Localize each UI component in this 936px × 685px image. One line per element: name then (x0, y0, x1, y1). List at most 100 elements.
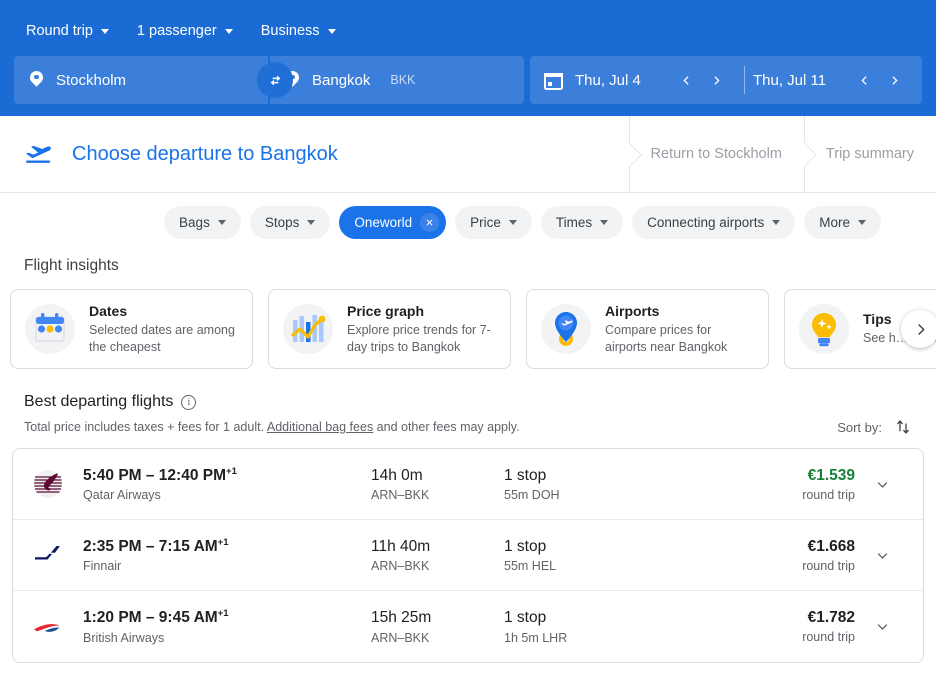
flight-results-list: 5:40 PM – 12:40 PM+1 Qatar Airways 14h 0… (12, 448, 924, 663)
depart-next-day-button[interactable] (702, 66, 730, 94)
expand-cell (855, 468, 909, 500)
chevron-down-icon (225, 29, 233, 34)
search-fields-row: Stockholm Bangkok BKK Thu, Jul 4 (14, 56, 922, 104)
swap-button[interactable] (257, 62, 293, 98)
flight-stops: 1 stop 55m DOH (504, 466, 745, 502)
cabin-class-selector[interactable]: Business (249, 16, 348, 46)
filter-chip-price[interactable]: Price (455, 206, 532, 239)
insight-card-price-graph[interactable]: Price graph Explore price trends for 7-d… (268, 289, 511, 369)
passengers-label: 1 passenger (137, 23, 217, 39)
departure-arrival-times: 5:40 PM – 12:40 PM+1 (83, 466, 371, 486)
card-desc: Selected dates are among the cheapest (89, 322, 238, 355)
clear-filter-icon[interactable] (420, 213, 439, 232)
passengers-selector[interactable]: 1 passenger (125, 16, 245, 46)
expand-flight-button[interactable] (866, 611, 898, 643)
filter-chip-oneworld[interactable]: Oneworld (339, 206, 446, 239)
chevron-left-icon (858, 74, 871, 87)
return-next-day-button[interactable] (880, 66, 908, 94)
times-value: 2:35 PM – 7:15 AM (83, 538, 218, 555)
info-icon[interactable]: i (181, 395, 196, 410)
filter-chips-row: Bags Stops Oneworld Price Times Connecti… (0, 193, 936, 251)
best-departing-flights-section: Best departing flights i Total price inc… (0, 369, 936, 663)
insight-card-dates[interactable]: Dates Selected dates are among the cheap… (10, 289, 253, 369)
origin-input[interactable]: Stockholm (14, 56, 268, 104)
chevron-down-icon (875, 477, 890, 492)
layover-value: 55m DOH (504, 488, 745, 502)
page-title: Best departing flights (24, 393, 173, 411)
chevron-down-icon (218, 220, 226, 225)
flight-times: 1:20 PM – 9:45 AM+1 British Airways (83, 608, 371, 645)
filter-label: More (819, 215, 850, 230)
trip-type-selector[interactable]: Round trip (14, 16, 121, 46)
depart-prev-day-button[interactable] (672, 66, 700, 94)
filter-chip-times[interactable]: Times (541, 206, 623, 239)
search-header: Round trip 1 passenger Business Stockhol… (0, 0, 936, 116)
return-date-field[interactable]: Thu, Jul 11 (753, 72, 850, 89)
flight-times: 2:35 PM – 7:15 AM+1 Finnair (83, 537, 371, 574)
destination-value: Bangkok (312, 72, 370, 89)
destination-code: BKK (390, 73, 415, 87)
bar-chart-icon (283, 304, 333, 354)
disclaimer-prefix: Total price includes taxes + fees for 1 … (24, 420, 267, 434)
depart-date-value: Thu, Jul 4 (575, 72, 641, 89)
trip-options-row: Round trip 1 passenger Business (14, 10, 922, 52)
sort-arrows-icon[interactable] (894, 418, 912, 436)
card-title: Price graph (347, 303, 496, 319)
chevron-down-icon (772, 220, 780, 225)
return-prev-day-button[interactable] (850, 66, 878, 94)
card-desc: Compare prices for airports near Bangkok (605, 322, 754, 355)
destination-input[interactable]: Bangkok BKK (270, 56, 524, 104)
progress-step-summary[interactable]: Trip summary (804, 116, 936, 192)
expand-flight-button[interactable] (866, 468, 898, 500)
chevron-down-icon (875, 548, 890, 563)
day-offset: +1 (226, 466, 237, 477)
sub-row: Total price includes taxes + fees for 1 … (24, 418, 912, 436)
progress-step-return[interactable]: Return to Stockholm (629, 116, 804, 192)
chevron-right-icon (913, 322, 928, 337)
progress-current-label: Choose departure to Bangkok (72, 143, 338, 166)
filter-chip-stops[interactable]: Stops (250, 206, 331, 239)
filter-chip-bags[interactable]: Bags (164, 206, 241, 239)
flight-price: €1.539 round trip (745, 467, 855, 502)
route-value: ARN–BKK (371, 631, 504, 645)
chevron-down-icon (509, 220, 517, 225)
table-row[interactable]: 2:35 PM – 7:15 AM+1 Finnair 11h 40m ARN–… (13, 520, 923, 591)
trip-type-label: Round trip (26, 23, 93, 39)
flight-duration: 11h 40m ARN–BKK (371, 537, 504, 573)
close-icon (425, 218, 434, 227)
flight-price: €1.782 round trip (745, 609, 855, 644)
airplane-takeoff-icon (24, 141, 54, 167)
origin-value: Stockholm (56, 72, 126, 89)
table-row[interactable]: 5:40 PM – 12:40 PM+1 Qatar Airways 14h 0… (13, 449, 923, 520)
price-value: €1.668 (745, 538, 855, 556)
card-title: Airports (605, 303, 754, 319)
carousel-next-button[interactable] (901, 310, 936, 348)
filter-label: Stops (265, 215, 300, 230)
return-date-value: Thu, Jul 11 (753, 72, 826, 89)
map-pin-plane-icon (541, 304, 591, 354)
chevron-right-icon (888, 74, 901, 87)
price-note: round trip (745, 630, 855, 644)
depart-date-field[interactable]: Thu, Jul 4 (575, 72, 672, 89)
insight-card-airports[interactable]: Airports Compare prices for airports nea… (526, 289, 769, 369)
airline-name: Qatar Airways (83, 488, 371, 502)
dates-group: Thu, Jul 4 Thu, Jul 11 (530, 56, 922, 104)
location-pin-icon (30, 71, 43, 90)
chevron-right-icon (710, 74, 723, 87)
flight-duration: 14h 0m ARN–BKK (371, 466, 504, 502)
filter-chip-more[interactable]: More (804, 206, 881, 239)
best-title-row: Best departing flights i (24, 393, 912, 411)
table-row[interactable]: 1:20 PM – 9:45 AM+1 British Airways 15h … (13, 591, 923, 662)
progress-summary-label: Trip summary (826, 146, 914, 162)
filter-label: Bags (179, 215, 210, 230)
flight-price: €1.668 round trip (745, 538, 855, 573)
qatar-airways-logo (31, 467, 83, 501)
card-body: Airports Compare prices for airports nea… (605, 303, 754, 355)
filter-chip-connecting-airports[interactable]: Connecting airports (632, 206, 795, 239)
depart-date-nav (672, 66, 730, 94)
progress-return-label: Return to Stockholm (651, 146, 782, 162)
additional-bag-fees-link[interactable]: Additional bag fees (267, 420, 373, 434)
expand-flight-button[interactable] (866, 539, 898, 571)
layover-value: 1h 5m LHR (504, 631, 745, 645)
price-note: round trip (745, 488, 855, 502)
